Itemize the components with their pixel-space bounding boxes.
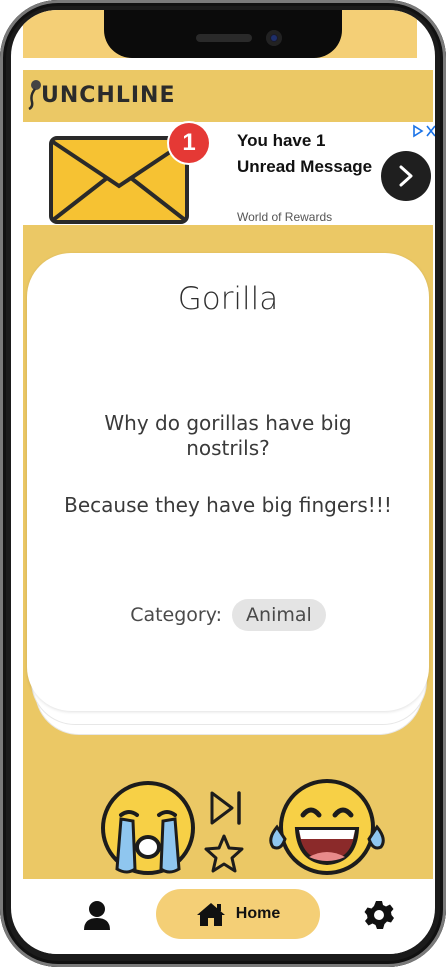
ad-badge-count: 1	[182, 129, 196, 156]
joke-punchline: Because they have big fingers!!!	[64, 493, 392, 517]
phone-screen: UNCHLINE 1 You have 1 Unread Message Wor…	[11, 10, 435, 954]
ad-advertiser: World of Rewards	[237, 210, 333, 224]
ad-banner[interactable]: 1 You have 1 Unread Message World of Rew…	[23, 122, 435, 225]
joke-title: Gorilla	[177, 281, 279, 317]
joke-category: Category: Animal	[27, 599, 429, 631]
home-label: Home	[235, 905, 281, 922]
crying-emoji-icon[interactable]	[99, 779, 197, 877]
chevron-right-icon	[399, 165, 413, 187]
ad-headline[interactable]: You have 1 Unread Message	[237, 128, 387, 180]
logo-text: UNCHLINE	[41, 83, 176, 108]
ad-badge: 1	[169, 123, 209, 163]
envelope-icon	[49, 136, 189, 224]
bottom-nav: Home	[23, 879, 433, 954]
app-header: UNCHLINE	[23, 70, 433, 122]
skip-next-icon[interactable]	[209, 791, 243, 825]
main-content: Gorilla Why do gorillas have big nostril…	[23, 225, 433, 879]
joke-card-stack: Gorilla Why do gorillas have big nostril…	[27, 253, 429, 735]
reaction-bar	[23, 773, 433, 879]
app-logo: UNCHLINE	[27, 80, 175, 110]
ad-choices-icon[interactable]	[412, 124, 435, 141]
front-camera	[266, 30, 282, 46]
joke-card[interactable]: Gorilla Why do gorillas have big nostril…	[27, 253, 429, 711]
microphone-icon	[28, 80, 41, 110]
star-icon[interactable]	[203, 833, 245, 875]
ad-open-button[interactable]	[381, 151, 431, 201]
home-tab[interactable]: Home	[156, 889, 320, 939]
joke-setup: Why do gorillas have big nostrils?	[104, 411, 352, 460]
phone-notch	[104, 10, 342, 58]
category-chip[interactable]: Animal	[232, 599, 326, 631]
laughing-emoji-icon[interactable]	[263, 777, 391, 877]
phone-frame: UNCHLINE 1 You have 1 Unread Message Wor…	[0, 0, 446, 967]
speaker-grill	[196, 34, 252, 42]
gear-icon[interactable]	[363, 899, 395, 931]
home-icon	[196, 903, 225, 926]
category-label: Category:	[130, 604, 222, 626]
user-icon[interactable]	[81, 899, 113, 931]
